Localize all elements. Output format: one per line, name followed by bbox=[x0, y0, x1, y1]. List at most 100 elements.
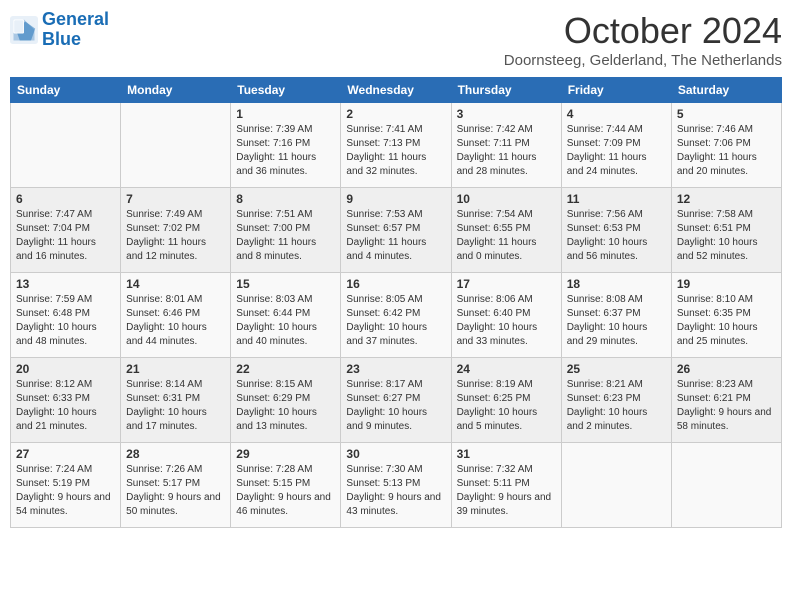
day-number: 14 bbox=[126, 277, 225, 291]
day-detail: Sunrise: 7:30 AMSunset: 5:13 PMDaylight:… bbox=[346, 463, 445, 519]
calendar-cell: 10Sunrise: 7:54 AMSunset: 6:55 PMDayligh… bbox=[451, 188, 561, 273]
calendar-cell: 27 Sunrise: 7:24 AMSunset: 5:19 PMDayligh… bbox=[11, 443, 121, 528]
day-detail: Sunrise: 7:39 AMSunset: 7:16 PMDaylight:… bbox=[236, 123, 335, 179]
month-title: October 2024 bbox=[504, 10, 782, 52]
day-number: 27 bbox=[16, 447, 115, 461]
week-row-1: 1 Sunrise: 7:39 AMSunset: 7:16 PMDaylight… bbox=[11, 103, 782, 188]
day-number: 6 bbox=[16, 192, 115, 206]
day-detail: Sunrise: 8:10 AMSunset: 6:35 PMDaylight:… bbox=[677, 293, 776, 349]
logo-text: General Blue bbox=[42, 10, 109, 50]
header-day-wednesday: Wednesday bbox=[341, 78, 451, 103]
calendar-cell bbox=[561, 443, 671, 528]
week-row-3: 13 Sunrise: 7:59 AMSunset: 6:48 PMDayligh… bbox=[11, 273, 782, 358]
day-detail: Sunrise: 7:46 AMSunset: 7:06 PMDaylight:… bbox=[677, 123, 776, 179]
calendar-cell: 5 Sunrise: 7:46 AMSunset: 7:06 PMDaylight… bbox=[671, 103, 781, 188]
day-detail: Sunrise: 8:06 AMSunset: 6:40 PMDaylight:… bbox=[457, 293, 556, 349]
header-day-sunday: Sunday bbox=[11, 78, 121, 103]
day-number: 28 bbox=[126, 447, 225, 461]
day-detail: Sunrise: 8:08 AMSunset: 6:37 PMDaylight:… bbox=[567, 293, 666, 349]
day-detail: Sunrise: 8:21 AMSunset: 6:23 PMDaylight:… bbox=[567, 378, 666, 434]
calendar-cell: 11 Sunrise: 7:56 AMSunset: 6:53 PMDayligh… bbox=[561, 188, 671, 273]
calendar-cell: 20 Sunrise: 8:12 AMSunset: 6:33 PMDayligh… bbox=[11, 358, 121, 443]
day-detail: Sunrise: 7:32 AMSunset: 5:11 PMDaylight:… bbox=[457, 463, 556, 519]
page-header: General Blue October 2024 Doornsteeg, Ge… bbox=[10, 10, 782, 69]
calendar-cell: 26 Sunrise: 8:23 AMSunset: 6:21 PMDayligh… bbox=[671, 358, 781, 443]
calendar-cell: 22 Sunrise: 8:15 AMSunset: 6:29 PMDayligh… bbox=[231, 358, 341, 443]
calendar-cell: 19 Sunrise: 8:10 AMSunset: 6:35 PMDayligh… bbox=[671, 273, 781, 358]
calendar-cell: 3 Sunrise: 7:42 AMSunset: 7:11 PMDaylight… bbox=[451, 103, 561, 188]
day-number: 4 bbox=[567, 107, 666, 121]
calendar-cell: 6 Sunrise: 7:47 AMSunset: 7:04 PMDaylight… bbox=[11, 188, 121, 273]
day-detail: Sunrise: 7:47 AMSunset: 7:04 PMDaylight:… bbox=[16, 208, 115, 264]
calendar-cell: 2 Sunrise: 7:41 AMSunset: 7:13 PMDaylight… bbox=[341, 103, 451, 188]
calendar-cell bbox=[671, 443, 781, 528]
day-number: 13 bbox=[16, 277, 115, 291]
day-detail: Sunrise: 8:23 AMSunset: 6:21 PMDaylight:… bbox=[677, 378, 776, 434]
day-number: 7 bbox=[126, 192, 225, 206]
calendar-cell: 15 Sunrise: 8:03 AMSunset: 6:44 PMDayligh… bbox=[231, 273, 341, 358]
location-title: Doornsteeg, Gelderland, The Netherlands bbox=[504, 52, 782, 69]
day-detail: Sunrise: 7:49 AMSunset: 7:02 PMDaylight:… bbox=[126, 208, 225, 264]
day-number: 5 bbox=[677, 107, 776, 121]
day-number: 19 bbox=[677, 277, 776, 291]
day-number: 21 bbox=[126, 362, 225, 376]
day-number: 3 bbox=[457, 107, 556, 121]
header-day-monday: Monday bbox=[121, 78, 231, 103]
day-number: 1 bbox=[236, 107, 335, 121]
day-number: 15 bbox=[236, 277, 335, 291]
logo: General Blue bbox=[10, 10, 109, 50]
header-day-friday: Friday bbox=[561, 78, 671, 103]
calendar-cell: 29 Sunrise: 7:28 AMSunset: 5:15 PMDayligh… bbox=[231, 443, 341, 528]
calendar-cell: 12 Sunrise: 7:58 AMSunset: 6:51 PMDayligh… bbox=[671, 188, 781, 273]
day-detail: Sunrise: 7:41 AMSunset: 7:13 PMDaylight:… bbox=[346, 123, 445, 179]
day-detail: Sunrise: 7:58 AMSunset: 6:51 PMDaylight:… bbox=[677, 208, 776, 264]
day-detail: Sunrise: 8:14 AMSunset: 6:31 PMDaylight:… bbox=[126, 378, 225, 434]
day-detail: Sunrise: 7:42 AMSunset: 7:11 PMDaylight:… bbox=[457, 123, 556, 179]
calendar-cell: 14 Sunrise: 8:01 AMSunset: 6:46 PMDayligh… bbox=[121, 273, 231, 358]
calendar-cell: 7 Sunrise: 7:49 AMSunset: 7:02 PMDaylight… bbox=[121, 188, 231, 273]
day-number: 29 bbox=[236, 447, 335, 461]
day-number: 22 bbox=[236, 362, 335, 376]
day-number: 30 bbox=[346, 447, 445, 461]
day-detail: Sunrise: 8:03 AMSunset: 6:44 PMDaylight:… bbox=[236, 293, 335, 349]
week-row-4: 20 Sunrise: 8:12 AMSunset: 6:33 PMDayligh… bbox=[11, 358, 782, 443]
calendar-cell: 23Sunrise: 8:17 AMSunset: 6:27 PMDayligh… bbox=[341, 358, 451, 443]
calendar-cell: 16 Sunrise: 8:05 AMSunset: 6:42 PMDayligh… bbox=[341, 273, 451, 358]
day-detail: Sunrise: 7:24 AMSunset: 5:19 PMDaylight:… bbox=[16, 463, 115, 519]
day-detail: Sunrise: 7:53 AMSunset: 6:57 PMDaylight:… bbox=[346, 208, 445, 264]
day-number: 9 bbox=[346, 192, 445, 206]
calendar-table: SundayMondayTuesdayWednesdayThursdayFrid… bbox=[10, 77, 782, 528]
day-number: 26 bbox=[677, 362, 776, 376]
day-number: 16 bbox=[346, 277, 445, 291]
day-number: 17 bbox=[457, 277, 556, 291]
header-day-thursday: Thursday bbox=[451, 78, 561, 103]
day-number: 12 bbox=[677, 192, 776, 206]
calendar-cell: 31 Sunrise: 7:32 AMSunset: 5:11 PMDayligh… bbox=[451, 443, 561, 528]
title-block: October 2024 Doornsteeg, Gelderland, The… bbox=[504, 10, 782, 69]
calendar-cell: 4 Sunrise: 7:44 AMSunset: 7:09 PMDaylight… bbox=[561, 103, 671, 188]
day-detail: Sunrise: 7:56 AMSunset: 6:53 PMDaylight:… bbox=[567, 208, 666, 264]
day-detail: Sunrise: 7:44 AMSunset: 7:09 PMDaylight:… bbox=[567, 123, 666, 179]
header-day-saturday: Saturday bbox=[671, 78, 781, 103]
day-number: 2 bbox=[346, 107, 445, 121]
day-detail: Sunrise: 8:17 AMSunset: 6:27 PMDaylight:… bbox=[346, 378, 445, 434]
day-detail: Sunrise: 7:28 AMSunset: 5:15 PMDaylight:… bbox=[236, 463, 335, 519]
day-detail: Sunrise: 8:15 AMSunset: 6:29 PMDaylight:… bbox=[236, 378, 335, 434]
day-detail: Sunrise: 7:59 AMSunset: 6:48 PMDaylight:… bbox=[16, 293, 115, 349]
day-number: 20 bbox=[16, 362, 115, 376]
calendar-cell: 24Sunrise: 8:19 AMSunset: 6:25 PMDayligh… bbox=[451, 358, 561, 443]
calendar-cell: 18Sunrise: 8:08 AMSunset: 6:37 PMDayligh… bbox=[561, 273, 671, 358]
day-detail: Sunrise: 8:19 AMSunset: 6:25 PMDaylight:… bbox=[457, 378, 556, 434]
calendar-cell: 13 Sunrise: 7:59 AMSunset: 6:48 PMDayligh… bbox=[11, 273, 121, 358]
calendar-cell bbox=[121, 103, 231, 188]
day-detail: Sunrise: 8:01 AMSunset: 6:46 PMDaylight:… bbox=[126, 293, 225, 349]
day-number: 8 bbox=[236, 192, 335, 206]
calendar-cell: 17 Sunrise: 8:06 AMSunset: 6:40 PMDayligh… bbox=[451, 273, 561, 358]
day-detail: Sunrise: 8:05 AMSunset: 6:42 PMDaylight:… bbox=[346, 293, 445, 349]
day-number: 31 bbox=[457, 447, 556, 461]
day-number: 11 bbox=[567, 192, 666, 206]
logo-icon bbox=[10, 16, 38, 44]
day-detail: Sunrise: 8:12 AMSunset: 6:33 PMDaylight:… bbox=[16, 378, 115, 434]
calendar-cell: 8Sunrise: 7:51 AMSunset: 7:00 PMDaylight… bbox=[231, 188, 341, 273]
calendar-cell bbox=[11, 103, 121, 188]
